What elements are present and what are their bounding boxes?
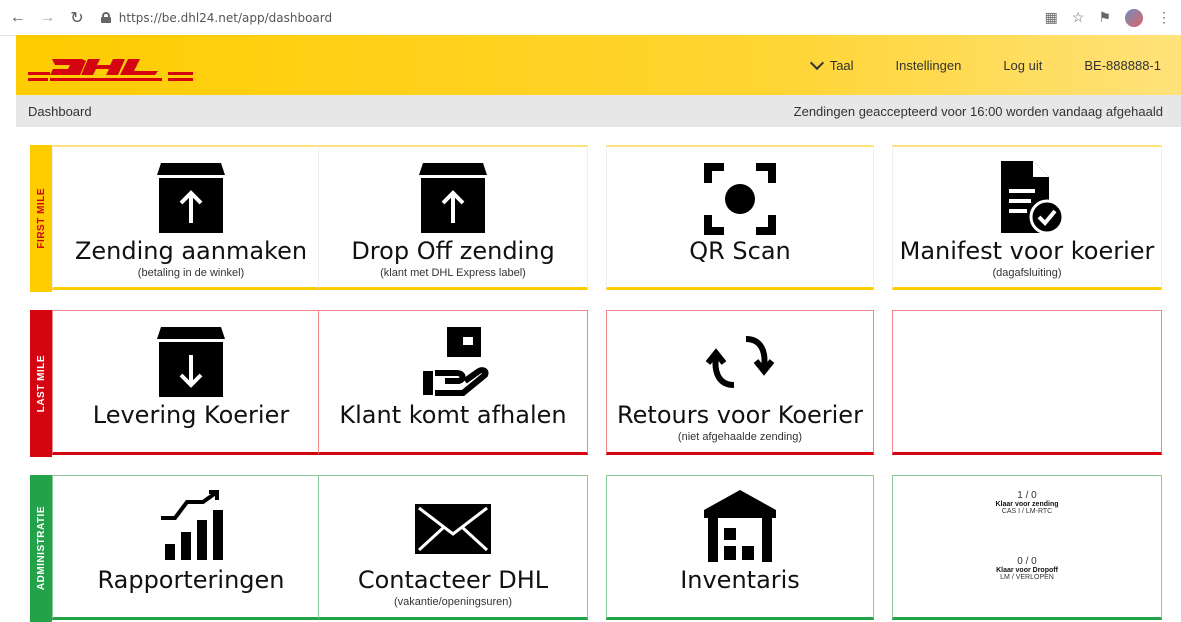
settings-link[interactable]: Instellingen (896, 58, 962, 73)
sublabel: CAS I / LM-RTC (1001, 508, 1053, 515)
status-ready-for-dropoff[interactable]: 0 / 0 Klaar voor Dropoff LM / VERLOPEN (893, 556, 1161, 581)
tile-subtitle: (betaling in de winkel) (137, 267, 245, 279)
tile-subtitle: (klant met DHL Express label) (380, 267, 526, 279)
tile-title: Retours voor Koerier (617, 401, 863, 429)
last-mile-label: LAST MILE (30, 310, 52, 457)
tile-drop-off-zending[interactable]: Drop Off zending (klant met DHL Express … (318, 145, 588, 290)
star-icon[interactable]: ☆ (1072, 9, 1085, 26)
section-label: ADMINISTRATIE (35, 506, 47, 591)
tile-inventaris[interactable]: Inventaris (606, 475, 874, 620)
account-number[interactable]: BE-888888-1 (1084, 58, 1161, 73)
browser-toolbar: ← → ↻ https://be.dhl24.net/app/dashboard… (0, 0, 1181, 36)
hand-package-icon (423, 327, 489, 396)
tile-title: Inventaris (680, 566, 800, 594)
address-bar[interactable]: https://be.dhl24.net/app/dashboard (100, 6, 1045, 30)
first-mile-section: FIRST MILE Zending aanmaken (betaling in… (30, 145, 1170, 292)
qr-scan-icon (704, 163, 776, 235)
return-arrows-icon (705, 336, 775, 388)
status-ready-for-shipment[interactable]: 1 / 0 Klaar voor zending CAS I / LM-RTC (893, 490, 1161, 515)
tile-empty (892, 310, 1162, 455)
tile-title: Drop Off zending (351, 237, 555, 265)
box-download-icon (157, 327, 225, 397)
profile-avatar[interactable] (1125, 8, 1143, 27)
tile-title: Manifest voor koerier (899, 237, 1155, 265)
tile-title: Levering Koerier (92, 401, 290, 429)
box-upload-icon (157, 163, 225, 233)
tile-qr-scan[interactable]: QR Scan (606, 145, 874, 290)
tile-zending-aanmaken[interactable]: Zending aanmaken (betaling in de winkel) (52, 145, 330, 290)
translate-icon[interactable]: ▦ (1045, 9, 1058, 26)
logout-link[interactable]: Log uit (1003, 58, 1042, 73)
menu-dots-icon[interactable]: ⋮ (1157, 9, 1171, 26)
tile-subtitle: (vakantie/openingsuren) (393, 596, 513, 608)
site-header: Taal Instellingen Log uit BE-888888-1 (16, 35, 1181, 95)
first-mile-label: FIRST MILE (30, 145, 52, 292)
language-label: Taal (829, 57, 854, 73)
manifest-check-icon (1001, 161, 1065, 235)
sublabel: LM / VERLOPEN (1000, 574, 1054, 581)
administratie-section: ADMINISTRATIE Rapporteringen Contacteer … (30, 475, 1170, 622)
section-label: LAST MILE (35, 354, 47, 413)
section-label: FIRST MILE (35, 188, 47, 249)
tile-title: Contacteer DHL (357, 566, 549, 594)
tile-rapporteringen[interactable]: Rapporteringen (52, 475, 330, 620)
envelope-icon (415, 504, 491, 554)
extension-icon[interactable]: ⚑ (1098, 9, 1111, 26)
report-chart-icon (161, 490, 223, 560)
breadcrumb: Dashboard (28, 103, 92, 119)
tile-klant-komt-afhalen[interactable]: Klant komt afhalen (318, 310, 588, 455)
dhl-logo[interactable] (28, 45, 193, 85)
tile-title: Klant komt afhalen (339, 401, 567, 429)
language-menu[interactable]: Taal (809, 55, 854, 73)
tile-contacteer-dhl[interactable]: Contacteer DHL (vakantie/openingsuren) (318, 475, 588, 620)
box-upload-icon (419, 163, 487, 233)
last-mile-section: LAST MILE Levering Koerier Klant komt af… (30, 310, 1170, 457)
tile-retours-voor-koerier[interactable]: Retours voor Koerier (niet afgehaalde ze… (606, 310, 874, 455)
tile-title: Zending aanmaken (74, 237, 308, 265)
tile-subtitle: (niet afgehaalde zending) (677, 431, 803, 443)
tile-status-counters[interactable]: 1 / 0 Klaar voor zending CAS I / LM-RTC … (892, 475, 1162, 620)
lock-icon (100, 12, 111, 23)
label: Klaar voor Dropoff (996, 567, 1058, 574)
tile-title: QR Scan (689, 237, 791, 265)
back-icon[interactable]: ← (6, 6, 30, 30)
warehouse-icon (704, 490, 776, 562)
tile-manifest-voor-koerier[interactable]: Manifest voor koerier (dagafsluiting) (892, 145, 1162, 290)
forward-icon[interactable]: → (36, 6, 60, 30)
url-text[interactable]: https://be.dhl24.net/app/dashboard (119, 11, 332, 25)
tile-subtitle: (dagafsluiting) (992, 267, 1062, 279)
count: 0 / 0 (1017, 556, 1037, 567)
tile-title: Rapporteringen (97, 566, 285, 594)
chevron-down-icon (809, 55, 824, 70)
tile-levering-koerier[interactable]: Levering Koerier (52, 310, 330, 455)
administratie-label: ADMINISTRATIE (30, 475, 52, 622)
label: Klaar voor zending (995, 501, 1059, 508)
breadcrumb-bar: Dashboard Zendingen geaccepteerd voor 16… (16, 95, 1181, 127)
pickup-notice: Zendingen geaccepteerd voor 16:00 worden… (793, 103, 1163, 119)
count: 1 / 0 (1017, 490, 1037, 501)
reload-icon[interactable]: ↻ (65, 6, 89, 30)
